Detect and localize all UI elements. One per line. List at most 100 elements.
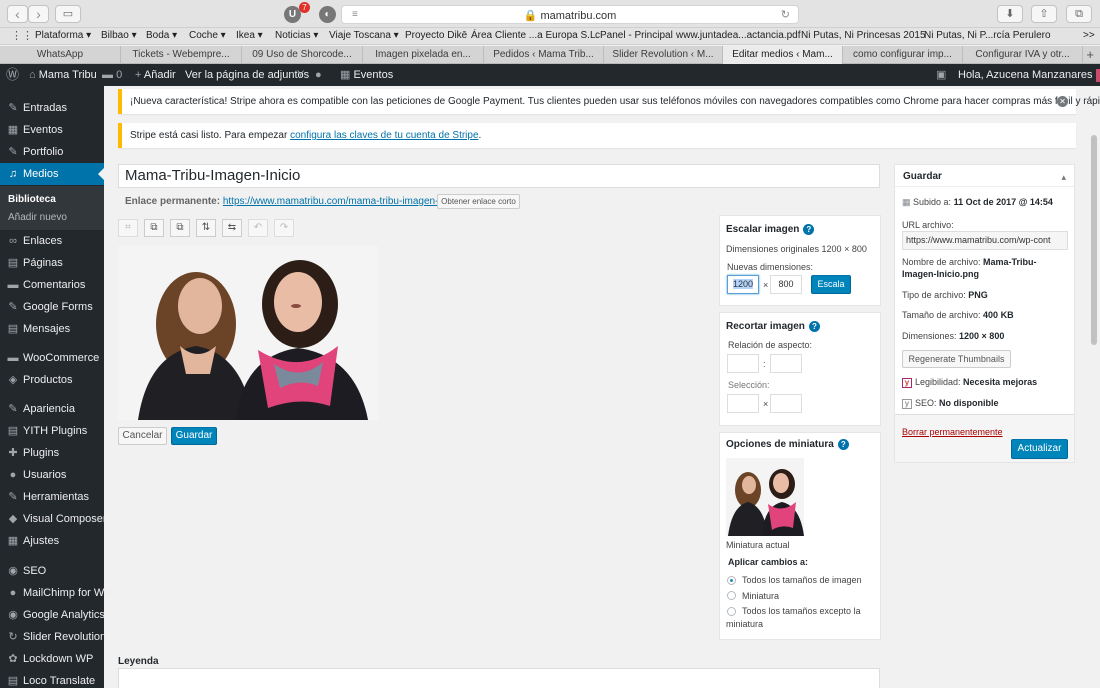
menu-item-loco-translate[interactable]: ▤ Loco Translate (0, 670, 104, 688)
browser-tab[interactable]: Tickets - Webempre... (121, 46, 242, 64)
flip-vertical-icon[interactable]: ⇅ (196, 219, 216, 237)
help-icon[interactable]: ? (803, 224, 815, 235)
aspect-ratio-width-input[interactable] (727, 354, 759, 373)
save-box-header[interactable]: Guardar ▴ (895, 165, 1074, 187)
bookmarks-overflow[interactable]: >> (1083, 30, 1095, 41)
submenu-add-new[interactable]: Añadir nuevo (8, 212, 67, 223)
selection-width-input[interactable] (727, 394, 759, 413)
menu-item-google-forms[interactable]: ✎ Google Forms (0, 296, 104, 318)
cancel-button[interactable]: Cancelar (118, 427, 167, 445)
browser-tab[interactable]: 09 Uso de Shorcode... (242, 46, 363, 64)
menu-item-woocommerce[interactable]: ▬ WooCommerce (0, 347, 104, 369)
menu-item-portfolio[interactable]: ✎ Portfolio (0, 141, 104, 163)
comments-link[interactable]: ▬ 0 (102, 64, 122, 86)
browser-tab[interactable]: Configurar IVA y otr... (963, 46, 1083, 64)
menu-item-mensajes[interactable]: ▤ Mensajes (0, 318, 104, 340)
bookmark-item[interactable]: Coche ▾ (189, 30, 226, 41)
menu-item-medios[interactable]: ♫ Medios (0, 163, 104, 185)
scale-width-input[interactable]: 1200 (727, 275, 759, 294)
new-tab-icon[interactable]: + (1086, 46, 1094, 64)
menu-item-comentarios[interactable]: ▬ Comentarios (0, 274, 104, 296)
bookmark-item[interactable]: Área Cliente ...a Europa S.L. (471, 30, 598, 41)
menu-item-yith-plugins[interactable]: ▤ YITH Plugins (0, 420, 104, 442)
browser-tab[interactable]: Imagen pixelada en... (363, 46, 484, 64)
delete-permanently-link[interactable]: Borrar permanentemente (902, 427, 1003, 437)
collapse-icon[interactable]: ▴ (1061, 172, 1066, 183)
page-scrollbar[interactable] (1091, 135, 1097, 345)
stripe-keys-link[interactable]: configura las claves de tu cuenta de Str… (290, 130, 478, 141)
regenerate-thumbnails-button[interactable]: Regenerate Thumbnails (902, 350, 1011, 368)
browser-tab-active[interactable]: Editar medios ‹ Mam... (723, 46, 843, 64)
sidebar-toggle-button[interactable]: ▭ (55, 5, 81, 23)
flip-horizontal-icon[interactable]: ⇆ (222, 219, 242, 237)
scale-button[interactable]: Escala (811, 275, 851, 294)
browser-tab[interactable]: como configurar imp... (843, 46, 963, 64)
account-link[interactable]: Hola, Azucena Manzanares (958, 64, 1100, 86)
notifications-icon[interactable]: ▣ (936, 64, 946, 86)
menu-item-entradas[interactable]: ✎ Entradas (0, 97, 104, 119)
crop-icon[interactable]: ⌗ (118, 219, 138, 237)
address-bar[interactable]: ≡ 🔒 mamatribu.com ↻ (341, 5, 799, 24)
yoast-icon[interactable]: Y (297, 64, 304, 86)
close-icon[interactable]: ✕ (1057, 96, 1068, 107)
view-attachment-link[interactable]: Ver la página de adjuntos (185, 64, 309, 86)
bookmark-item[interactable]: Viaje Toscana ▾ (329, 30, 399, 41)
menu-item-apariencia[interactable]: ✎ Apariencia (0, 398, 104, 420)
bookmark-item[interactable]: Boda ▾ (146, 30, 177, 41)
menu-item-ajustes[interactable]: ▦ Ajustes (0, 530, 104, 552)
browser-tab[interactable]: Slider Revolution ‹ M... (604, 46, 723, 64)
caption-textarea[interactable] (118, 668, 880, 688)
aspect-ratio-height-input[interactable] (770, 354, 802, 373)
rotate-left-icon[interactable]: ⧉ (144, 219, 164, 237)
undo-icon[interactable]: ↶ (248, 219, 268, 237)
image-preview[interactable] (118, 246, 378, 420)
browser-tab[interactable]: Pedidos ‹ Mama Trib... (484, 46, 604, 64)
reload-icon[interactable]: ↻ (781, 8, 790, 21)
radio-all-sizes[interactable] (727, 576, 736, 585)
menu-item-usuarios[interactable]: ● Usuarios (0, 464, 104, 486)
save-image-button[interactable]: Guardar (171, 427, 217, 445)
rotate-right-icon[interactable]: ⧉ (170, 219, 190, 237)
get-shortlink-button[interactable]: Obtener enlace corto (437, 194, 520, 209)
bookmark-item[interactable]: cPanel - Principal (595, 30, 673, 41)
scale-height-input[interactable]: 800 (770, 275, 802, 294)
title-input[interactable]: Mama-Tribu-Imagen-Inicio (118, 164, 880, 188)
bookmark-item[interactable]: Bilbao ▾ (101, 30, 137, 41)
redo-icon[interactable]: ↷ (274, 219, 294, 237)
bookmark-item[interactable]: www.juntadea...actancia.pdf (676, 30, 801, 41)
selection-height-input[interactable] (770, 394, 802, 413)
bookmark-item[interactable]: Ni Putas, Ni P...rcía Perulero (924, 30, 1051, 41)
help-icon[interactable]: ? (808, 321, 820, 332)
help-icon[interactable]: ? (837, 439, 849, 450)
menu-item-plugins[interactable]: ✚ Plugins (0, 442, 104, 464)
tabs-overview-button[interactable]: ⧉ (1066, 5, 1092, 23)
update-button[interactable]: Actualizar (1011, 439, 1068, 459)
new-content-link[interactable]: + Añadir (135, 64, 176, 86)
submenu-library[interactable]: Biblioteca (8, 194, 56, 205)
file-url-field[interactable]: https://www.mamatribu.com/wp-cont (902, 231, 1068, 250)
site-name-link[interactable]: ⌂ Mama Tribu (29, 64, 97, 86)
browser-tab[interactable]: WhatsApp (0, 46, 121, 64)
menu-item-herramientas[interactable]: ✎ Herramientas (0, 486, 104, 508)
permalink-url[interactable]: https://www.mamatribu.com/mama-tribu-ima… (223, 196, 464, 207)
menu-item-páginas[interactable]: ▤ Páginas (0, 252, 104, 274)
bookmark-item[interactable]: Proyecto Dikē (405, 30, 467, 41)
downloads-button[interactable]: ⬇ (997, 5, 1023, 23)
events-link[interactable]: ▦ Eventos (340, 64, 393, 86)
menu-item-visual-composer[interactable]: ◆ Visual Composer (0, 508, 107, 530)
forward-button[interactable]: › (28, 5, 49, 23)
menu-item-productos[interactable]: ◈ Productos (0, 369, 104, 391)
menu-item-enlaces[interactable]: ∞ Enlaces (0, 230, 104, 252)
bookmark-item[interactable]: Ikea ▾ (236, 30, 263, 41)
wordpress-logo-icon[interactable]: Ⓦ (6, 64, 19, 86)
share-button[interactable]: ⇧ (1031, 5, 1057, 23)
bookmark-item[interactable]: Plataforma ▾ (35, 30, 91, 41)
radio-all-except-thumbnail[interactable] (727, 607, 736, 616)
menu-item-seo[interactable]: ◉ SEO (0, 560, 104, 582)
ghostery-extension-icon[interactable]: ◐ (319, 6, 336, 23)
bookmark-item[interactable]: Noticias ▾ (275, 30, 318, 41)
menu-item-lockdown-wp[interactable]: ✿ Lockdown WP (0, 648, 104, 670)
menu-item-mailchimp-for-wp[interactable]: ● MailChimp for WP (0, 582, 112, 604)
back-button[interactable]: ‹ (7, 5, 28, 23)
radio-thumbnail[interactable] (727, 591, 736, 600)
